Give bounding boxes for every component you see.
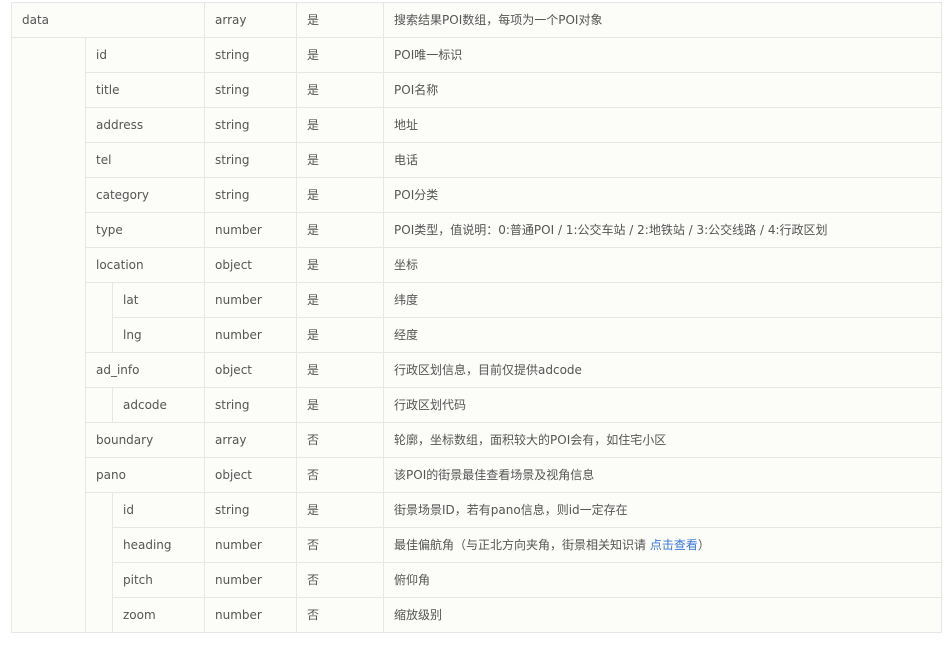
- field-required: 否: [296, 422, 385, 458]
- table-row: zoom number 否 缩放级别: [12, 597, 943, 633]
- field-desc: 纬度: [383, 282, 943, 318]
- field-desc: 搜索结果POI数组，每项为一个POI对象: [383, 2, 943, 38]
- field-type: array: [204, 2, 298, 38]
- field-required: 否: [296, 562, 385, 598]
- field-required: 是: [296, 2, 385, 38]
- table-row: tel string 是 电话: [12, 142, 943, 178]
- table-row: address string 是 地址: [12, 107, 943, 143]
- table-row: id string 是 POI唯一标识: [11, 37, 943, 633]
- indent-cell: [85, 282, 113, 353]
- field-desc: 俯仰角: [383, 562, 943, 598]
- table-row: location object 是 坐标: [12, 247, 943, 283]
- field-desc: 地址: [383, 107, 943, 143]
- field-name: location: [84, 247, 206, 283]
- field-type: string: [204, 142, 298, 178]
- field-required: 否: [296, 457, 385, 493]
- field-desc: 缩放级别: [383, 597, 943, 633]
- field-name: boundary: [84, 422, 206, 458]
- view-details-link[interactable]: 点击查看: [650, 538, 698, 552]
- field-name: address: [84, 107, 206, 143]
- field-desc: 坐标: [383, 247, 943, 283]
- table-row: ad_info object 是 行政区划信息，目前仅提供adcode: [12, 352, 943, 388]
- table-row: category string 是 POI分类: [12, 177, 943, 213]
- field-desc: 电话: [383, 142, 943, 178]
- field-type: string: [204, 492, 298, 528]
- indent-cell: [11, 37, 86, 633]
- field-name: data: [10, 2, 206, 38]
- field-name: id: [84, 37, 206, 73]
- field-desc: 轮廓，坐标数组，面积较大的POI会有，如住宅小区: [383, 422, 943, 458]
- field-required: 是: [296, 282, 385, 318]
- field-name: type: [84, 212, 206, 248]
- field-desc: POI唯一标识: [383, 37, 943, 73]
- table-row: pano object 否 该POI的街景最佳查看场景及视角信息: [12, 457, 943, 493]
- field-name: ad_info: [84, 352, 206, 388]
- field-required: 是: [296, 247, 385, 283]
- field-required: 是: [296, 492, 385, 528]
- field-desc: 街景场景ID，若有pano信息，则id一定存在: [383, 492, 943, 528]
- field-type: string: [204, 72, 298, 108]
- field-type: string: [204, 177, 298, 213]
- indent-cell: [85, 387, 113, 423]
- table-row: boundary array 否 轮廓，坐标数组，面积较大的POI会有，如住宅小…: [12, 422, 943, 458]
- field-required: 是: [296, 317, 385, 353]
- field-name: lat: [111, 282, 206, 318]
- field-desc-suffix: ）: [697, 538, 710, 552]
- field-required: 否: [296, 527, 385, 563]
- table-row: heading number 否 最佳偏航角（与正北方向夹角，街景相关知识请 点…: [12, 527, 943, 563]
- field-type: object: [204, 247, 298, 283]
- field-desc-text: 最佳偏航角（与正北方向夹角，街景相关知识请: [394, 538, 650, 552]
- table-row: adcode string 是 行政区划代码: [12, 387, 943, 423]
- field-desc: 行政区划信息，目前仅提供adcode: [383, 352, 943, 388]
- field-type: string: [204, 387, 298, 423]
- field-type: string: [204, 107, 298, 143]
- field-type: object: [204, 352, 298, 388]
- field-required: 是: [296, 177, 385, 213]
- table-row: data array 是 搜索结果POI数组，每项为一个POI对象: [10, 2, 943, 38]
- field-required: 是: [296, 387, 385, 423]
- field-required: 是: [296, 107, 385, 143]
- indent-cell: [85, 492, 113, 633]
- field-desc: 该POI的街景最佳查看场景及视角信息: [383, 457, 943, 493]
- field-name: tel: [84, 142, 206, 178]
- field-desc: 经度: [383, 317, 943, 353]
- field-required: 是: [296, 37, 385, 73]
- field-type: string: [204, 37, 298, 73]
- field-type: number: [204, 317, 298, 353]
- field-name: title: [84, 72, 206, 108]
- table-row: title string 是 POI名称: [12, 72, 943, 108]
- table-row: lng number 是 经度: [12, 317, 943, 353]
- field-desc: 行政区划代码: [383, 387, 943, 423]
- table-row: id string 是 街景场景ID，若有pano信息，则id一定存在: [12, 492, 943, 633]
- field-type: number: [204, 562, 298, 598]
- field-type: number: [204, 527, 298, 563]
- field-name: category: [84, 177, 206, 213]
- field-required: 是: [296, 72, 385, 108]
- table-row: type number 是 POI类型，值说明：0:普通POI / 1:公交车站…: [12, 212, 943, 248]
- field-name: pitch: [111, 562, 206, 598]
- field-name: adcode: [111, 387, 206, 423]
- table-row: pitch number 否 俯仰角: [12, 562, 943, 598]
- field-type: number: [204, 212, 298, 248]
- field-desc: POI类型，值说明：0:普通POI / 1:公交车站 / 2:地铁站 / 3:公…: [383, 212, 943, 248]
- field-name: zoom: [111, 597, 206, 633]
- table-row: lat number 是 纬度: [12, 282, 943, 353]
- field-type: number: [204, 597, 298, 633]
- field-name: pano: [84, 457, 206, 493]
- field-required: 是: [296, 212, 385, 248]
- field-type: array: [204, 422, 298, 458]
- field-required: 是: [296, 352, 385, 388]
- field-name: lng: [111, 317, 206, 353]
- field-required: 否: [296, 597, 385, 633]
- field-name: heading: [111, 527, 206, 563]
- field-name: id: [111, 492, 206, 528]
- field-required: 是: [296, 142, 385, 178]
- field-type: number: [204, 282, 298, 318]
- field-type: object: [204, 457, 298, 493]
- field-desc: POI名称: [383, 72, 943, 108]
- table-body: data array 是 搜索结果POI数组，每项为一个POI对象 id str…: [10, 2, 943, 633]
- field-desc: POI分类: [383, 177, 943, 213]
- response-fields-table: data array 是 搜索结果POI数组，每项为一个POI对象 id str…: [10, 2, 943, 633]
- field-desc: 最佳偏航角（与正北方向夹角，街景相关知识请 点击查看）: [383, 527, 943, 563]
